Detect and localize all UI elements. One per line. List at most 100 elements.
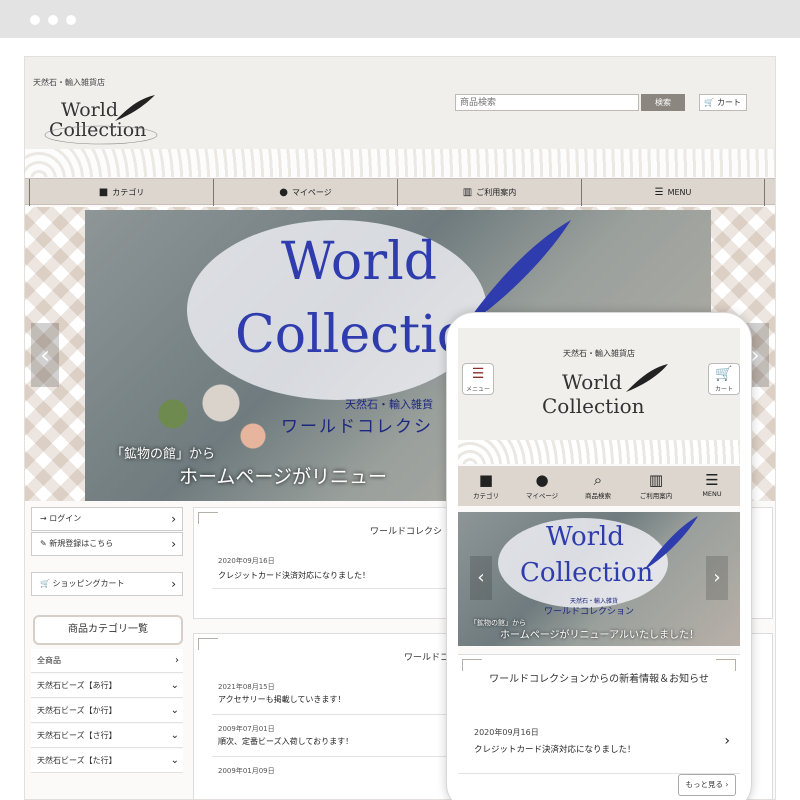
nav-item-mypage[interactable]: ● マイページ [213, 179, 397, 206]
mobile-nav-mypage[interactable]: ● マイページ [514, 470, 570, 500]
category-label: 天然石ビーズ【あ行】 [37, 681, 117, 690]
login-button[interactable]: → ログイン › [31, 507, 183, 531]
mobile-tagline: 天然石・輸入雑貨店 [563, 349, 635, 358]
user-icon: ● [279, 187, 288, 198]
chevron-right-icon[interactable]: › [724, 733, 730, 749]
mobile-hero-title-line1: World [546, 522, 624, 552]
mobile-nav-label: マイページ [525, 492, 559, 500]
shopping-cart-button[interactable]: 🛒 ショッピングカート › [31, 572, 183, 596]
window-dot [66, 15, 76, 25]
menu-icon: ☰ [654, 187, 664, 198]
news-title: ワールドコ [404, 653, 450, 663]
slider-prev-button[interactable]: ‹ [31, 323, 59, 387]
chevron-down-icon: ⌄ [170, 755, 179, 766]
mobile-slider-prev-button[interactable]: ‹ [470, 556, 492, 600]
chevron-right-icon: › [171, 537, 176, 551]
nav-item-menu[interactable]: ☰ MENU [581, 179, 765, 206]
chevron-down-icon: ⌄ [170, 730, 179, 741]
mobile-news-title: ワールドコレクションからの新着情報＆お知らせ [489, 674, 709, 685]
mobile-nav-label: ご利用案内 [639, 492, 673, 500]
mobile-slider-next-button[interactable]: › [706, 556, 728, 600]
register-label: 新規登録はこちら [49, 539, 114, 548]
category-label: 天然石ビーズ【か行】 [37, 706, 117, 715]
folder-icon: ■ [478, 471, 494, 489]
chevron-down-icon: ⌄ [170, 705, 179, 716]
chevron-right-icon: › [171, 512, 176, 526]
nav-item-category[interactable]: ■ カテゴリ [29, 179, 213, 206]
nav-item-guide[interactable]: ▥ ご利用案内 [397, 179, 581, 206]
lace-border [458, 440, 740, 464]
nav-label: ご利用案内 [476, 188, 517, 197]
category-item[interactable]: 天然石ビーズ【か行】 ⌄ [31, 699, 183, 723]
corner-ornament [716, 659, 736, 671]
category-label: 天然石ビーズ【さ行】 [37, 731, 117, 740]
nav-label: カテゴリ [112, 188, 145, 197]
site-header: 天然石・輸入雑貨店 World Collection 検索 🛒カート [25, 57, 775, 177]
news-date: 2009年07月01日 [218, 725, 275, 733]
mobile-nav-menu[interactable]: ☰ MENU [684, 470, 740, 498]
feather-icon [644, 516, 698, 570]
category-item[interactable]: 天然石ビーズ【さ行】 ⌄ [31, 724, 183, 748]
mobile-nav: ■ カテゴリ ● マイページ ⌕ 商品検索 ▥ ご利用案内 ☰ MENU [458, 466, 740, 506]
news-link[interactable]: 順次、定番ビーズ入荷しております！ [218, 736, 353, 747]
menu-icon: ☰ [705, 471, 719, 489]
site-tagline: 天然石・輸入雑貨店 [33, 78, 105, 87]
mobile-nav-guide[interactable]: ▥ ご利用案内 [628, 470, 684, 500]
hero-caption-2: ホームページがリニュー [179, 466, 388, 488]
mobile-logo-line1[interactable]: World [562, 370, 622, 394]
corner-ornament [198, 512, 218, 524]
login-label: ログイン [49, 514, 82, 523]
category-item[interactable]: 天然石ビーズ【あ行】 ⌄ [31, 674, 183, 698]
shopping-cart-label: ショッピングカート [52, 579, 125, 588]
news-link[interactable]: アクセサリーも掲載していきます！ [218, 694, 345, 705]
folder-icon: ■ [98, 187, 109, 198]
map-icon: ▥ [648, 471, 664, 489]
mobile-nav-label: 商品検索 [585, 492, 611, 500]
register-button[interactable]: ✎ 新規登録はこちら › [31, 532, 183, 556]
hero-brand-kana: ワールドコレクシ [281, 417, 433, 437]
menu-icon: ☰ [471, 366, 485, 382]
global-nav: ■ カテゴリ ● マイページ ▥ ご利用案内 ☰ MENU [25, 178, 775, 206]
mobile-menu-button[interactable]: ☰ メニュー [462, 363, 494, 395]
feather-icon [626, 364, 668, 392]
site-logo[interactable]: World Collection [39, 93, 159, 149]
mobile-nav-category[interactable]: ■ カテゴリ [458, 470, 514, 500]
mobile-news-date: 2020年09月16日 [474, 728, 539, 737]
mobile-hero-caption-2: ホームページがリニューアルいたしました！ [500, 630, 699, 641]
mobile-hero-slider[interactable]: World Collection 天然石・輸入雑貨 ワールドコレクション 「鉱物… [458, 512, 740, 646]
mobile-hero-title-line2: Collection [520, 558, 654, 588]
lace-border [25, 149, 775, 177]
cart-icon: 🛒 [715, 366, 733, 382]
window-dot [30, 15, 40, 25]
category-item[interactable]: 全商品 › [31, 649, 183, 673]
mobile-header: 天然石・輸入雑貨店 ☰ メニュー 🛒 カート World Collection [458, 328, 740, 464]
news-date: 2021年08月15日 [218, 683, 275, 691]
nav-label: マイページ [291, 188, 332, 197]
cart-icon: 🛒 [704, 98, 714, 107]
browser-chrome [0, 0, 800, 38]
search-icon: ⌕ [593, 471, 603, 489]
news-link[interactable]: クレジットカード決済対応になりました！ [218, 570, 370, 581]
category-list-title: 商品カテゴリ一覧 [33, 615, 183, 645]
map-icon: ▥ [462, 187, 473, 198]
mobile-cart-label: カート [714, 386, 733, 393]
mobile-nav-search[interactable]: ⌕ 商品検索 [570, 470, 626, 500]
window-dot [48, 15, 58, 25]
category-label: 天然石ビーズ【た行】 [37, 756, 117, 765]
chevron-right-icon: › [175, 655, 179, 666]
mobile-cart-button[interactable]: 🛒 カート [708, 363, 740, 395]
corner-ornament [462, 659, 482, 671]
user-icon: ● [535, 471, 549, 489]
mobile-logo-line2[interactable]: Collection [542, 394, 645, 418]
category-item[interactable]: 天然石ビーズ【た行】 ⌄ [31, 749, 183, 773]
more-button[interactable]: もっと見る › [678, 774, 736, 796]
search-button[interactable]: 検索 [641, 94, 685, 111]
search-input[interactable] [455, 94, 639, 111]
cart-button[interactable]: 🛒 カート [699, 94, 747, 111]
mobile-news-link[interactable]: クレジットカード決済対応になりました！ [474, 743, 636, 755]
logo-line1: World [61, 99, 118, 121]
mobile-screen: 天然石・輸入雑貨店 ☰ メニュー 🛒 カート World Collection ■ カ… [458, 328, 740, 800]
logo-swirl [44, 125, 158, 145]
mobile-hero-brand-kana: ワールドコレクション [544, 607, 635, 617]
mobile-nav-label: カテゴリ [473, 492, 499, 500]
